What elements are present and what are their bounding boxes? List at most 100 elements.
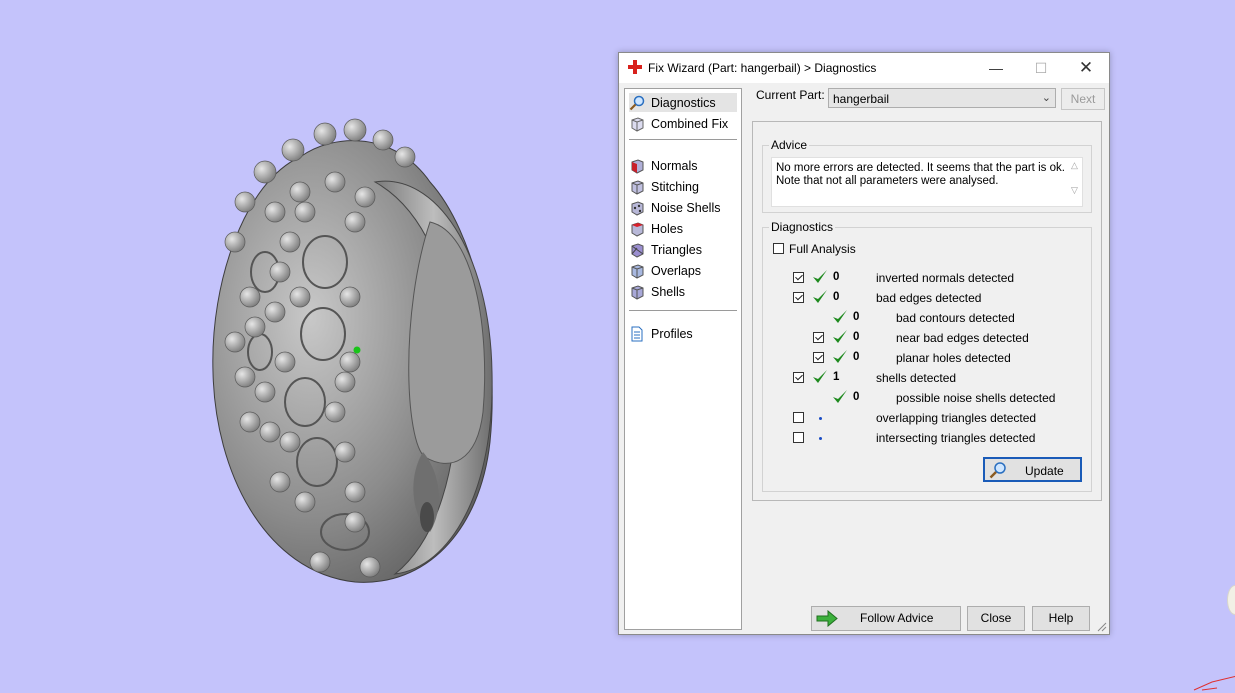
magnifier-icon	[989, 462, 1006, 479]
shells-checkbox[interactable]	[793, 372, 804, 383]
advice-scrollbar[interactable]: △ ▽	[1067, 158, 1082, 206]
update-button[interactable]: Update	[983, 457, 1082, 482]
chevron-down-icon: ⌄	[1041, 92, 1051, 104]
minimize-icon: —	[989, 60, 1003, 76]
planar-holes-count: 0	[853, 351, 860, 363]
nav-item-diagnostics[interactable]: Diagnostics	[629, 93, 737, 112]
stitching-cube-icon	[631, 179, 644, 195]
nav-item-triangles[interactable]: Triangles	[629, 240, 702, 259]
bad-edges-label: bad edges detected	[876, 291, 982, 305]
magnifier-icon	[629, 95, 645, 110]
check-ok-icon	[813, 290, 827, 303]
diagnostics-group: Diagnostics Full Analysis 0 inverted nor…	[762, 220, 1092, 492]
nav-item-label: Holes	[651, 221, 683, 236]
maximize-icon: ☐	[1034, 60, 1048, 76]
follow-advice-label: Follow Advice	[860, 611, 934, 625]
nav-item-label: Overlaps	[651, 263, 702, 278]
nav-item-shells[interactable]: Shells	[629, 282, 685, 301]
close-button[interactable]: Close	[967, 606, 1025, 631]
normals-cube-icon	[631, 158, 644, 174]
bad-edges-checkbox[interactable]	[793, 292, 804, 303]
nav-item-label: Triangles	[651, 242, 702, 257]
title-bar[interactable]: Fix Wizard (Part: hangerbail) > Diagnost…	[619, 53, 1109, 83]
window-title: Fix Wizard (Part: hangerbail) > Diagnost…	[648, 61, 877, 75]
intersecting-triangles-checkbox[interactable]	[793, 432, 804, 443]
nav-item-label: Profiles	[651, 326, 693, 341]
near-bad-edges-checkbox[interactable]	[813, 332, 824, 343]
triangles-cube-icon	[631, 242, 644, 258]
overlaps-cube-icon	[631, 263, 644, 279]
maximize-button[interactable]: ☐	[1018, 53, 1064, 83]
bad-contours-label: bad contours detected	[896, 311, 1015, 325]
check-ok-icon	[833, 390, 847, 403]
next-button[interactable]: Next	[1061, 88, 1105, 110]
advice-group: Advice No more errors are detected. It s…	[762, 138, 1092, 213]
full-analysis-checkbox[interactable]	[773, 243, 784, 254]
ring-3d-model[interactable]	[205, 112, 505, 592]
current-part-value: hangerbail	[833, 92, 890, 106]
close-window-button[interactable]: ✕	[1063, 53, 1109, 83]
nav-divider	[629, 139, 737, 140]
cube-icon	[631, 116, 644, 132]
fix-wizard-window: Fix Wizard (Part: hangerbail) > Diagnost…	[618, 52, 1110, 635]
nav-item-label: Shells	[651, 284, 686, 299]
current-part-dropdown[interactable]: hangerbail ⌄	[828, 88, 1056, 108]
update-label: Update	[1025, 464, 1064, 478]
holes-cube-icon	[631, 221, 644, 237]
intersecting-triangles-label: intersecting triangles detected	[876, 431, 1036, 445]
nav-item-normals[interactable]: Normals	[629, 156, 698, 175]
advice-text: No more errors are detected. It seems th…	[776, 162, 1065, 187]
nav-item-label: Normals	[651, 158, 698, 173]
help-button[interactable]: Help	[1032, 606, 1090, 631]
view-gizmo[interactable]	[1227, 585, 1235, 615]
shells-cube-icon	[631, 284, 644, 300]
nav-item-label: Stitching	[651, 179, 699, 194]
noise-shells-label: possible noise shells detected	[896, 391, 1056, 405]
check-ok-icon	[813, 370, 827, 383]
axis-indicator	[1193, 675, 1235, 691]
nav-divider	[629, 310, 737, 311]
diagnostics-panel: Advice No more errors are detected. It s…	[752, 121, 1102, 501]
not-run-dot-icon	[819, 417, 822, 420]
inverted-normals-count: 0	[833, 271, 840, 283]
scroll-up-icon: △	[1071, 160, 1078, 170]
red-cross-icon	[628, 60, 642, 74]
nav-item-stitching[interactable]: Stitching	[629, 177, 699, 196]
document-icon	[631, 326, 643, 341]
green-arrow-icon	[816, 610, 838, 627]
shells-count: 1	[833, 371, 840, 383]
inverted-normals-label: inverted normals detected	[876, 271, 1015, 285]
noise-shells-count: 0	[853, 391, 860, 403]
near-bad-edges-label: near bad edges detected	[896, 331, 1029, 345]
not-run-dot-icon	[819, 437, 822, 440]
nav-item-label: Combined Fix	[651, 116, 729, 131]
inverted-normals-checkbox[interactable]	[793, 272, 804, 283]
follow-advice-button[interactable]: Follow Advice	[811, 606, 961, 631]
nav-item-label: Diagnostics	[651, 95, 716, 110]
full-analysis-label: Full Analysis	[789, 242, 856, 256]
planar-holes-checkbox[interactable]	[813, 352, 824, 363]
advice-textbox[interactable]: No more errors are detected. It seems th…	[771, 157, 1083, 207]
fix-nav-list: Diagnostics Combined Fix Normals Stitchi…	[624, 88, 742, 630]
nav-item-profiles[interactable]: Profiles	[629, 324, 693, 343]
check-ok-icon	[833, 330, 847, 343]
resize-grip-icon[interactable]	[1097, 622, 1107, 632]
diagnostics-title: Diagnostics	[769, 220, 836, 234]
scroll-down-icon: ▽	[1071, 185, 1078, 195]
check-ok-icon	[813, 270, 827, 283]
minimize-button[interactable]: —	[973, 53, 1019, 83]
nav-item-overlaps[interactable]: Overlaps	[629, 261, 701, 280]
nav-item-label: Noise Shells	[651, 200, 721, 215]
nav-item-combined-fix[interactable]: Combined Fix	[629, 114, 728, 133]
nav-item-holes[interactable]: Holes	[629, 219, 683, 238]
advice-title: Advice	[769, 138, 810, 152]
near-bad-edges-count: 0	[853, 331, 860, 343]
planar-holes-label: planar holes detected	[896, 351, 1011, 365]
current-part-label: Current Part:	[756, 88, 825, 102]
close-icon: ✕	[1078, 58, 1094, 77]
nav-item-noise-shells[interactable]: Noise Shells	[629, 198, 720, 217]
check-ok-icon	[833, 350, 847, 363]
shells-label: shells detected	[876, 371, 957, 385]
overlapping-triangles-checkbox[interactable]	[793, 412, 804, 423]
overlapping-triangles-label: overlapping triangles detected	[876, 411, 1037, 425]
